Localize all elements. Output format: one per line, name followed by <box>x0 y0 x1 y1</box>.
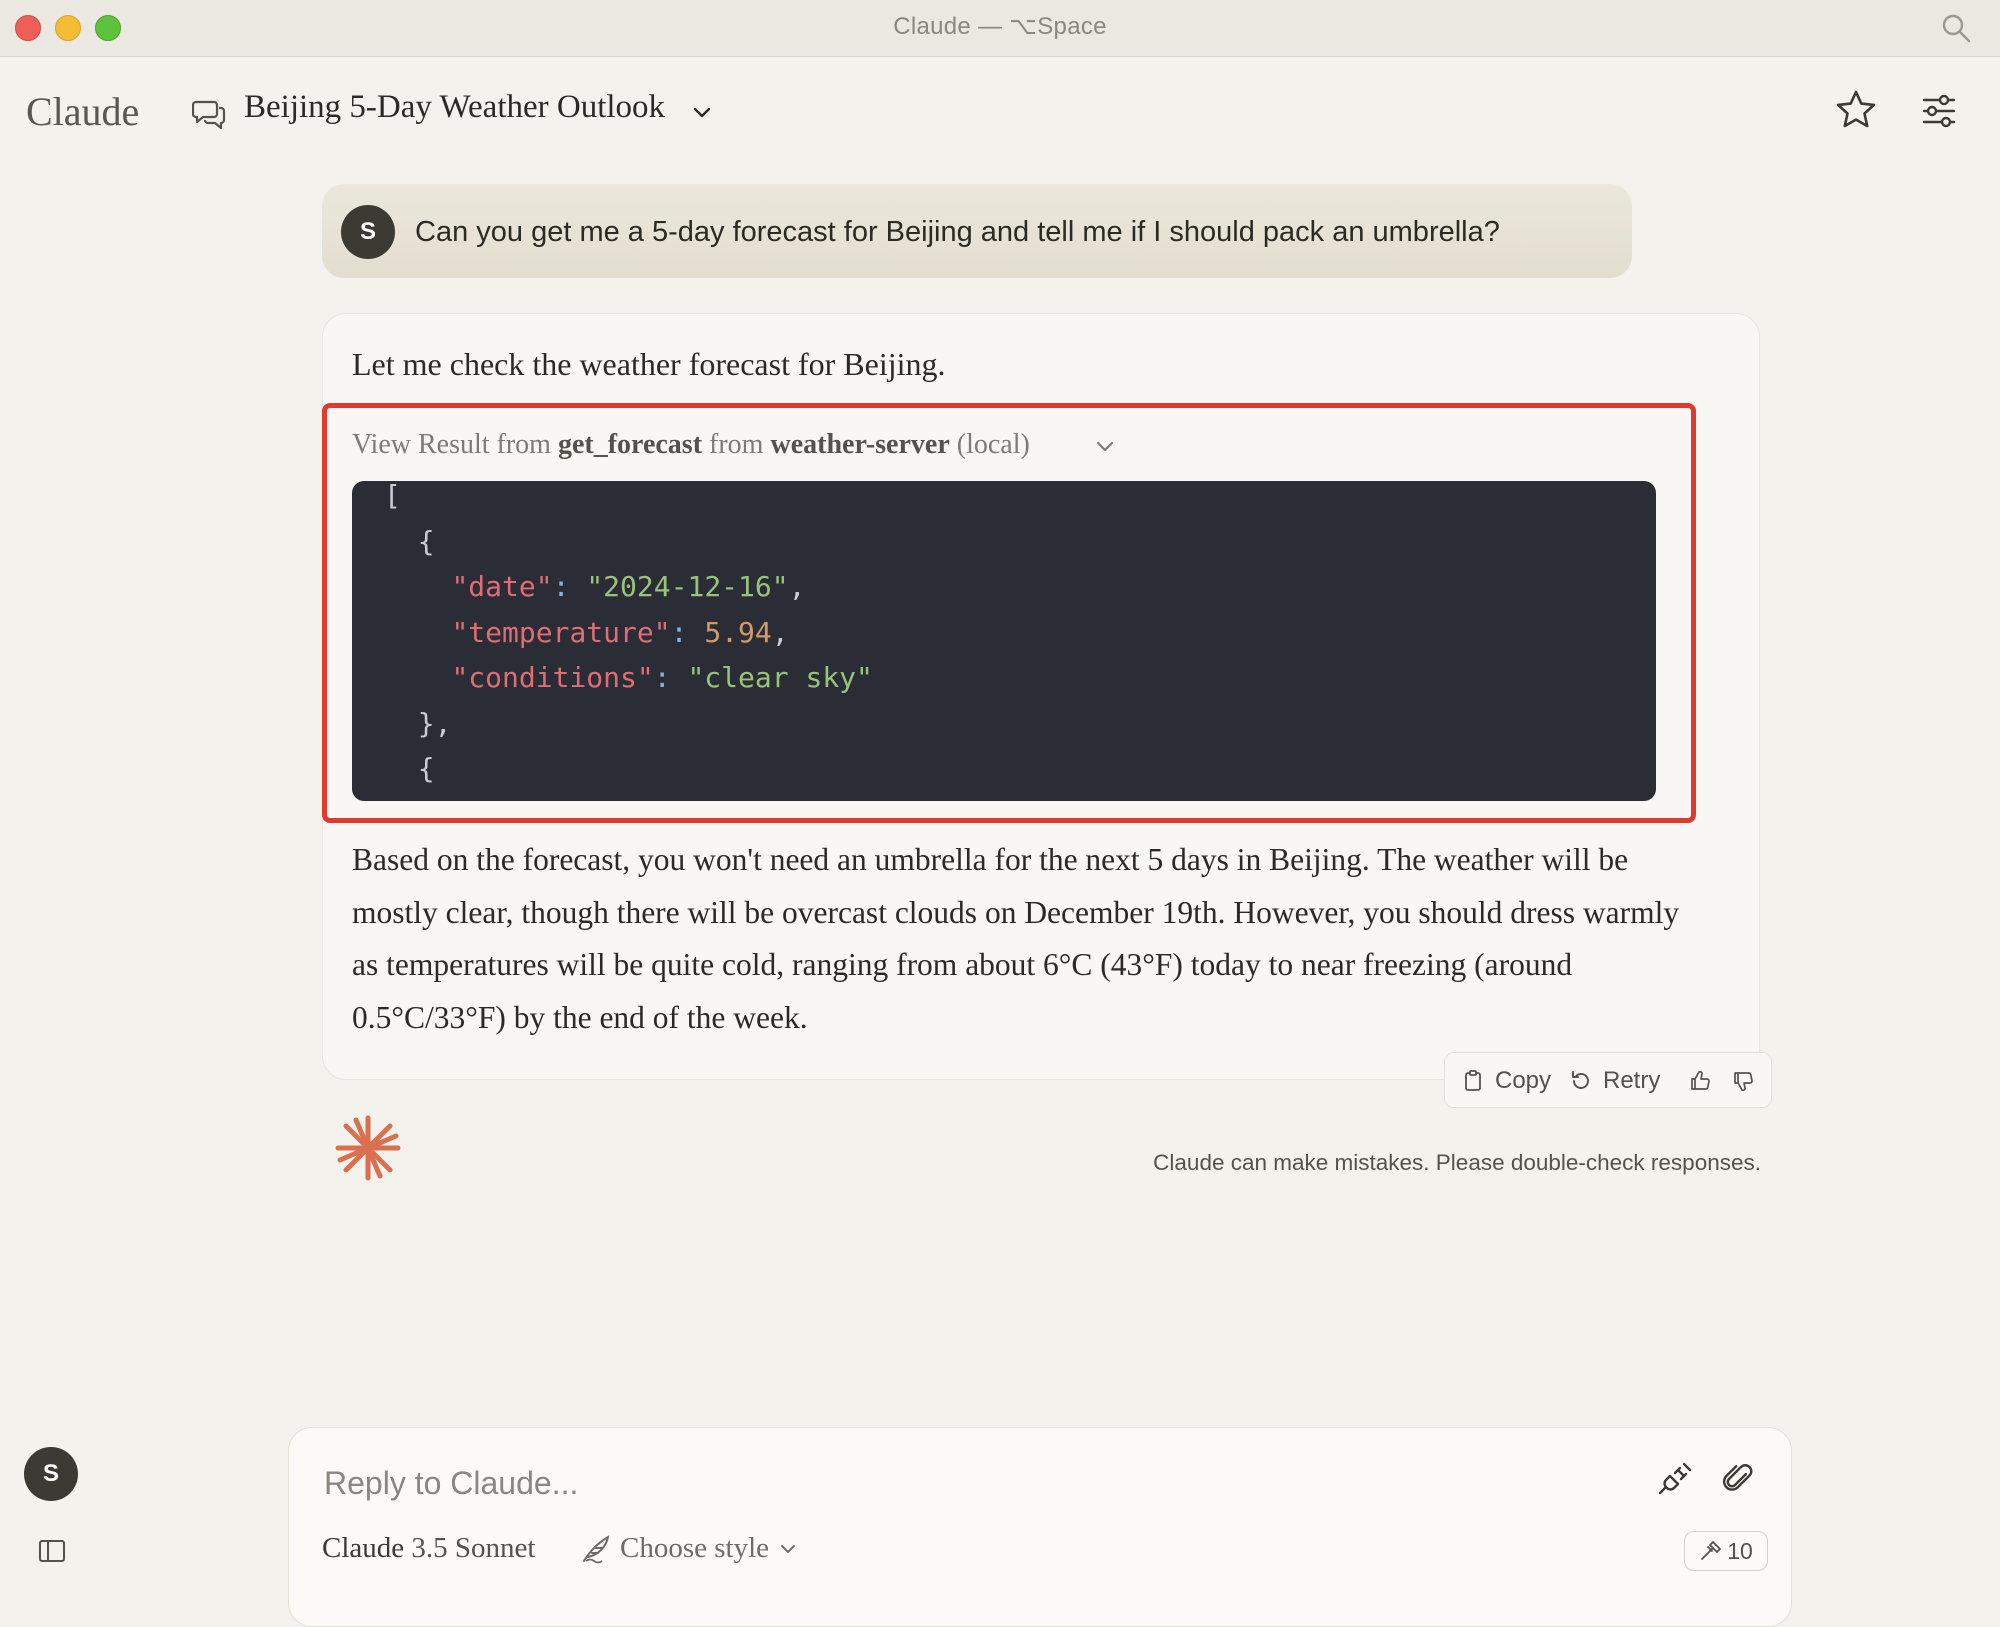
retry-label: Retry <box>1603 1067 1661 1094</box>
retry-icon <box>1572 1071 1589 1089</box>
tools-button[interactable]: 10 <box>1684 1531 1768 1571</box>
reply-input[interactable] <box>322 1462 1626 1504</box>
style-label: Choose style <box>620 1532 770 1564</box>
model-version: 3.5 Sonnet <box>411 1532 536 1564</box>
message-actions-bar: Copy Retry <box>1444 1052 1772 1108</box>
claude-sparkle-icon <box>335 1115 401 1181</box>
app-logo[interactable]: Claude <box>26 88 139 135</box>
chevron-down-icon <box>781 1544 796 1553</box>
copy-label: Copy <box>1495 1067 1552 1094</box>
chat-bubbles-icon <box>192 100 226 130</box>
star-icon[interactable] <box>1834 88 1878 132</box>
paperclip-icon[interactable] <box>1720 1460 1756 1496</box>
composer <box>288 1427 1792 1627</box>
thumbs-down-icon <box>1734 1072 1753 1092</box>
conversation-title[interactable]: Beijing 5-Day Weather Outlook <box>244 89 665 126</box>
chevron-down-icon[interactable] <box>690 100 714 124</box>
user-message-text: Can you get me a 5-day forecast for Beij… <box>415 216 1500 248</box>
assistant-intro-text: Let me check the weather forecast for Be… <box>352 346 946 382</box>
copy-button[interactable]: Copy <box>1461 1065 1551 1097</box>
model-brand: Claude <box>322 1532 405 1564</box>
feather-style-icon <box>583 1534 610 1563</box>
assistant-answer-text: Based on the forecast, you won't need an… <box>352 842 1680 1035</box>
plug-icon[interactable] <box>1656 1460 1694 1498</box>
sliders-icon[interactable] <box>1918 90 1960 132</box>
thumbs-up-button[interactable] <box>1688 1065 1712 1097</box>
thumbs-down-button[interactable] <box>1731 1065 1755 1097</box>
clipboard-icon <box>1465 1070 1481 1091</box>
thumbs-up-icon <box>1691 1070 1710 1090</box>
tools-count: 10 <box>1727 1537 1753 1564</box>
window-title: Claude — ⌥Space <box>893 13 1107 40</box>
disclaimer-text: Claude can make mistakes. Please double-… <box>1153 1150 1761 1175</box>
sidebar-toggle-icon[interactable] <box>38 1538 66 1564</box>
user-avatar: S <box>341 205 395 259</box>
retry-button[interactable]: Retry <box>1569 1065 1660 1097</box>
style-selector[interactable]: Choose style <box>580 1532 807 1565</box>
hammer-icon <box>1701 1541 1722 1560</box>
highlight-box <box>322 403 1696 823</box>
model-selector[interactable]: Claude 3.5 Sonnet <box>322 1532 535 1565</box>
account-avatar[interactable]: S <box>24 1447 78 1501</box>
search-icon[interactable] <box>1940 12 1972 44</box>
